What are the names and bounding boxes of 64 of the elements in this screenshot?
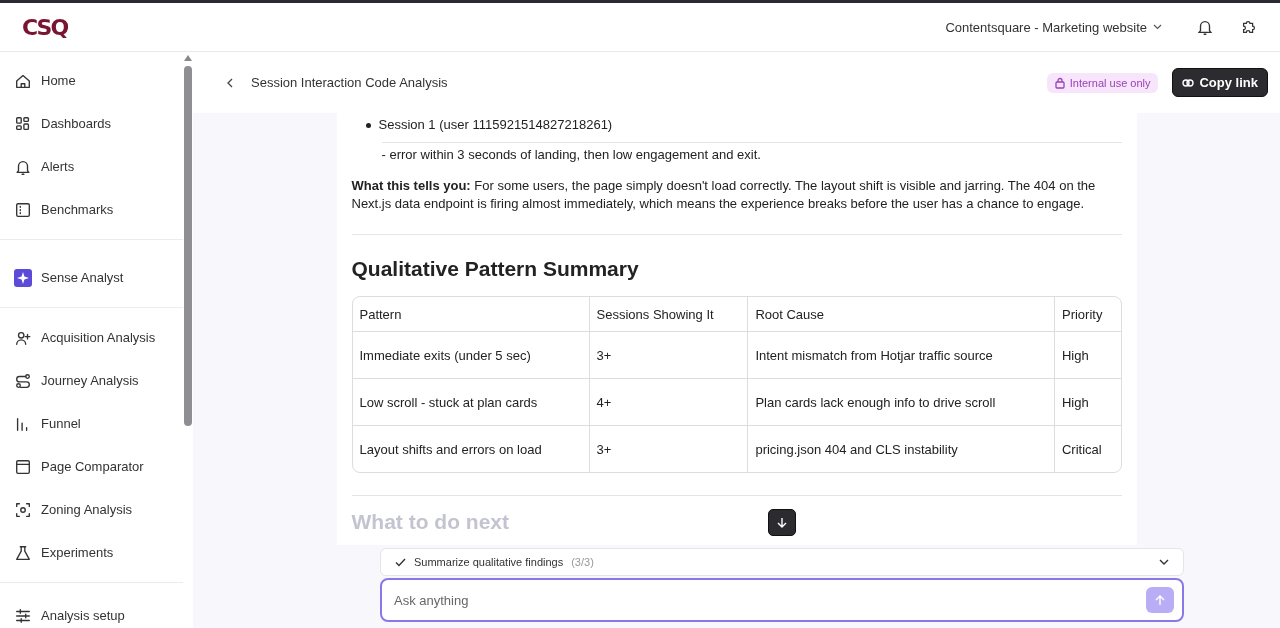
column-header: Priority bbox=[1055, 297, 1121, 332]
window-icon bbox=[14, 457, 32, 476]
table-cell: 3+ bbox=[589, 426, 749, 472]
sparkle-icon bbox=[14, 268, 32, 287]
column-header: Sessions Showing It bbox=[589, 297, 749, 332]
table-cell: High bbox=[1055, 332, 1121, 379]
scrollbar-thumb[interactable] bbox=[184, 66, 192, 426]
ask-field: Ask anything bbox=[392, 591, 1146, 609]
sidebar-item[interactable]: Sense Analyst bbox=[0, 256, 183, 299]
table-cell: pricing.json 404 and CLS instability bbox=[748, 426, 1055, 472]
sidebar-item[interactable]: Analysis setup bbox=[0, 594, 183, 628]
sidebar-item[interactable]: Alerts bbox=[0, 145, 183, 188]
chevron-left-icon bbox=[227, 77, 233, 88]
section-heading: What to do next bbox=[351, 510, 509, 534]
puzzle-icon[interactable] bbox=[1240, 18, 1258, 36]
step-label: Summarize qualitative findings bbox=[414, 556, 564, 568]
list-detail: - error within 3 seconds of landing, then low engagement and exit. bbox=[381, 142, 1122, 165]
column-header: Pattern bbox=[352, 297, 590, 332]
page-title: Session Interaction Code Analysis bbox=[251, 75, 449, 90]
ask-input[interactable]: Ask anything bbox=[380, 578, 1184, 622]
path-icon bbox=[14, 371, 32, 390]
notebook-icon bbox=[14, 200, 32, 219]
sidebar-item[interactable]: Zoning Analysis bbox=[0, 488, 183, 531]
column-header: Root Cause bbox=[748, 297, 1055, 332]
step-count: (3/3) bbox=[571, 556, 594, 568]
logo[interactable]: CSQ bbox=[22, 14, 68, 40]
sidebar-item[interactable]: Home bbox=[0, 59, 183, 102]
sliders-icon bbox=[14, 606, 32, 625]
bullet-icon bbox=[365, 122, 371, 128]
sidebar-item[interactable]: Journey Analysis bbox=[0, 359, 183, 402]
arrow-down-icon bbox=[777, 517, 787, 528]
sidebar-item[interactable]: Benchmarks bbox=[0, 188, 183, 231]
lock-icon bbox=[1054, 76, 1065, 89]
arrow-up-icon bbox=[1155, 594, 1165, 606]
sidebar-item[interactable]: Funnel bbox=[0, 402, 183, 445]
table-cell: Plan cards lack enough info to drive scroll bbox=[748, 379, 1055, 426]
focus-icon bbox=[14, 500, 32, 519]
dashboard-icon bbox=[14, 114, 32, 133]
section-heading: Qualitative Pattern Summary bbox=[351, 257, 640, 281]
table-cell: Layout shifts and errors on load bbox=[352, 426, 590, 472]
project-selector[interactable]: Contentsquare - Marketing website bbox=[941, 15, 1166, 39]
table-cell-text: Critical bbox=[1061, 440, 1103, 459]
table-cell: Intent mismatch from Hotjar traffic source bbox=[748, 332, 1055, 379]
table-cell: 3+ bbox=[589, 332, 749, 379]
sidebar-item[interactable]: Experiments bbox=[0, 531, 183, 574]
chevron-down-icon bbox=[1159, 559, 1169, 565]
scroll-down-button[interactable] bbox=[768, 509, 796, 536]
chevron-down-icon bbox=[1153, 24, 1162, 30]
sidebar-item[interactable]: Page Comparator bbox=[0, 445, 183, 488]
copy-link-button[interactable]: Copy link bbox=[1172, 68, 1268, 97]
link-icon bbox=[1182, 78, 1195, 87]
internal-badge: Internal use only bbox=[1046, 72, 1159, 93]
sidebar-item[interactable]: Dashboards bbox=[0, 102, 183, 145]
table-cell: 4+ bbox=[589, 379, 749, 426]
steps-bar[interactable]: Summarize qualitative findings (3/3) bbox=[380, 548, 1184, 576]
flask-icon bbox=[14, 543, 32, 562]
sidebar-item[interactable]: Acquisition Analysis bbox=[0, 316, 183, 359]
table-cell: Immediate exits (under 5 sec) bbox=[352, 332, 590, 379]
list-item: Session 1 (user 1115921514827218261) bbox=[378, 116, 613, 134]
table-cell: Low scroll - stuck at plan cards bbox=[352, 379, 590, 426]
paragraph: What this tells you: For some users, the page simply doesn't load correctly. The layout shift is visible and jarring. The 404 on the Next.js data endpoint is firing almost immediately, which means the experience breaks before the user has a chance to engage. bbox=[351, 177, 1122, 235]
scroll-up-icon[interactable] bbox=[183, 54, 193, 62]
table-cell: High bbox=[1055, 379, 1121, 426]
bell-icon[interactable] bbox=[1196, 18, 1214, 36]
